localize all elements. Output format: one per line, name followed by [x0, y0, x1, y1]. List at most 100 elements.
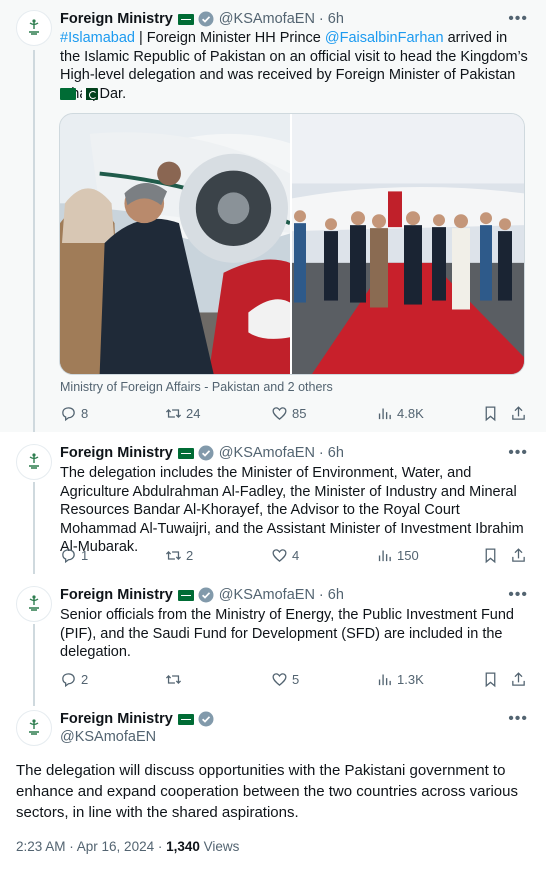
heart-icon — [272, 673, 287, 686]
separator-dot: · — [318, 587, 324, 603]
display-name[interactable]: Foreign Ministry — [60, 444, 173, 462]
verified-badge-icon[interactable] — [198, 445, 214, 461]
views-label: Views — [199, 839, 240, 854]
thread-line — [33, 50, 35, 432]
handle[interactable]: @KSAmofaEN — [219, 444, 315, 462]
views-count: 1.3K — [397, 672, 424, 687]
tweet-header: Foreign Ministry @KSAmofaEN · 6h — [60, 444, 344, 462]
views-button[interactable]: 1.3K — [376, 671, 424, 688]
tweet-header: Foreign Ministry — [60, 710, 214, 728]
like-button[interactable]: 85 — [271, 405, 306, 422]
reply-count: 8 — [81, 406, 89, 421]
saudi-flag-icon — [177, 13, 194, 25]
reply-button[interactable]: 8 — [60, 405, 88, 422]
saudi-flag-icon — [177, 589, 194, 601]
views-count: 4.8K — [397, 406, 424, 421]
bookmark-button[interactable] — [482, 671, 503, 688]
more-icon[interactable]: ••• — [508, 711, 528, 727]
flag-emojis — [60, 88, 98, 100]
retweet-icon — [165, 551, 182, 560]
media-caption[interactable]: Ministry of Foreign Affairs - Pakistan a… — [60, 380, 333, 394]
display-name[interactable]: Foreign Ministry — [60, 10, 173, 28]
handle[interactable]: @KSAmofaEN — [60, 728, 156, 746]
tweet-timestamp[interactable]: 2:23 AM · Apr 16, 2024 · — [16, 839, 166, 854]
share-button[interactable] — [510, 547, 531, 564]
bookmark-icon — [485, 672, 496, 688]
thread-line — [33, 624, 35, 706]
reply-count: 1 — [81, 548, 89, 563]
views-button[interactable]: 150 — [376, 547, 419, 564]
handle[interactable]: @KSAmofaEN — [219, 586, 315, 604]
share-icon — [512, 672, 525, 686]
hashtag-link[interactable]: #Islamabad — [60, 30, 135, 46]
heart-icon — [272, 407, 287, 420]
avatar[interactable] — [16, 586, 52, 622]
more-icon[interactable]: ••• — [508, 587, 528, 603]
ministry-emblem-icon — [29, 595, 39, 611]
handle[interactable]: @KSAmofaEN — [219, 10, 315, 28]
saudi-flag-icon — [177, 713, 194, 725]
like-count: 4 — [292, 548, 300, 563]
views-total: 1,340 — [166, 839, 200, 854]
bookmark-icon — [485, 548, 496, 564]
timestamp[interactable]: 6h — [328, 444, 344, 462]
reply-count: 2 — [81, 672, 89, 687]
media-grid[interactable] — [59, 113, 525, 375]
tweet-1[interactable]: Foreign Ministry @KSAmofaEN · 6h ••• #Is… — [0, 0, 546, 432]
tweet-meta: 2:23 AM · Apr 16, 2024 · 1,340 Views — [16, 839, 239, 854]
bookmark-button[interactable] — [482, 405, 503, 422]
timestamp[interactable]: 6h — [328, 586, 344, 604]
retweet-icon — [165, 409, 182, 418]
views-button[interactable]: 4.8K — [376, 405, 424, 422]
views-chart-icon — [378, 550, 391, 562]
bookmark-button[interactable] — [482, 547, 503, 564]
photo-airport-greeting[interactable] — [60, 114, 292, 374]
display-name[interactable]: Foreign Ministry — [60, 586, 173, 604]
share-button[interactable] — [510, 671, 531, 688]
views-chart-icon — [378, 408, 391, 420]
verified-badge-icon[interactable] — [198, 11, 214, 27]
timestamp[interactable]: 6h — [328, 10, 344, 28]
tweet-3[interactable]: Foreign Ministry @KSAmofaEN · 6h ••• Sen… — [0, 574, 546, 706]
retweet-button[interactable] — [165, 671, 186, 688]
verified-badge-icon[interactable] — [198, 587, 214, 603]
reply-icon — [62, 407, 75, 422]
like-button[interactable]: 4 — [271, 547, 299, 564]
avatar[interactable] — [16, 710, 52, 746]
saudi-flag-icon — [60, 88, 76, 100]
views-chart-icon — [378, 674, 391, 686]
retweet-icon — [165, 675, 182, 684]
photo-red-carpet[interactable] — [292, 114, 524, 374]
more-icon[interactable]: ••• — [508, 11, 528, 27]
like-button[interactable]: 5 — [271, 671, 299, 688]
separator-dot: · — [318, 11, 324, 27]
avatar[interactable] — [16, 444, 52, 480]
tweet-header: Foreign Ministry @KSAmofaEN · 6h — [60, 586, 344, 604]
handle-row: @KSAmofaEN — [60, 728, 156, 746]
tweet-text: Senior officials from the Ministry of En… — [60, 607, 514, 660]
share-icon — [512, 548, 525, 562]
share-icon — [512, 406, 525, 420]
mention-link[interactable]: @FaisalbinFarhan — [325, 30, 444, 46]
like-count: 85 — [292, 406, 307, 421]
action-bar: 2 5 1.3K — [60, 671, 530, 691]
more-icon[interactable]: ••• — [508, 445, 528, 461]
display-name[interactable]: Foreign Ministry — [60, 710, 173, 728]
action-bar: 1 2 4 150 — [60, 547, 530, 567]
action-bar: 8 24 85 4.8K — [60, 405, 530, 425]
tweet-text: #Islamabad | Foreign Minister HH Prince … — [60, 29, 530, 103]
retweet-count: 24 — [186, 406, 201, 421]
retweet-button[interactable]: 24 — [165, 405, 200, 422]
verified-badge-icon[interactable] — [198, 711, 214, 727]
retweet-count: 2 — [186, 548, 194, 563]
avatar[interactable] — [16, 10, 52, 46]
ministry-emblem-icon — [29, 719, 39, 735]
share-button[interactable] — [510, 405, 531, 422]
reply-button[interactable]: 2 — [60, 671, 88, 688]
reply-icon — [62, 549, 75, 564]
like-count: 5 — [292, 672, 300, 687]
views-count: 150 — [397, 548, 419, 563]
tweet-2[interactable]: Foreign Ministry @KSAmofaEN · 6h ••• The… — [0, 432, 546, 574]
retweet-button[interactable]: 2 — [165, 547, 193, 564]
reply-button[interactable]: 1 — [60, 547, 88, 564]
